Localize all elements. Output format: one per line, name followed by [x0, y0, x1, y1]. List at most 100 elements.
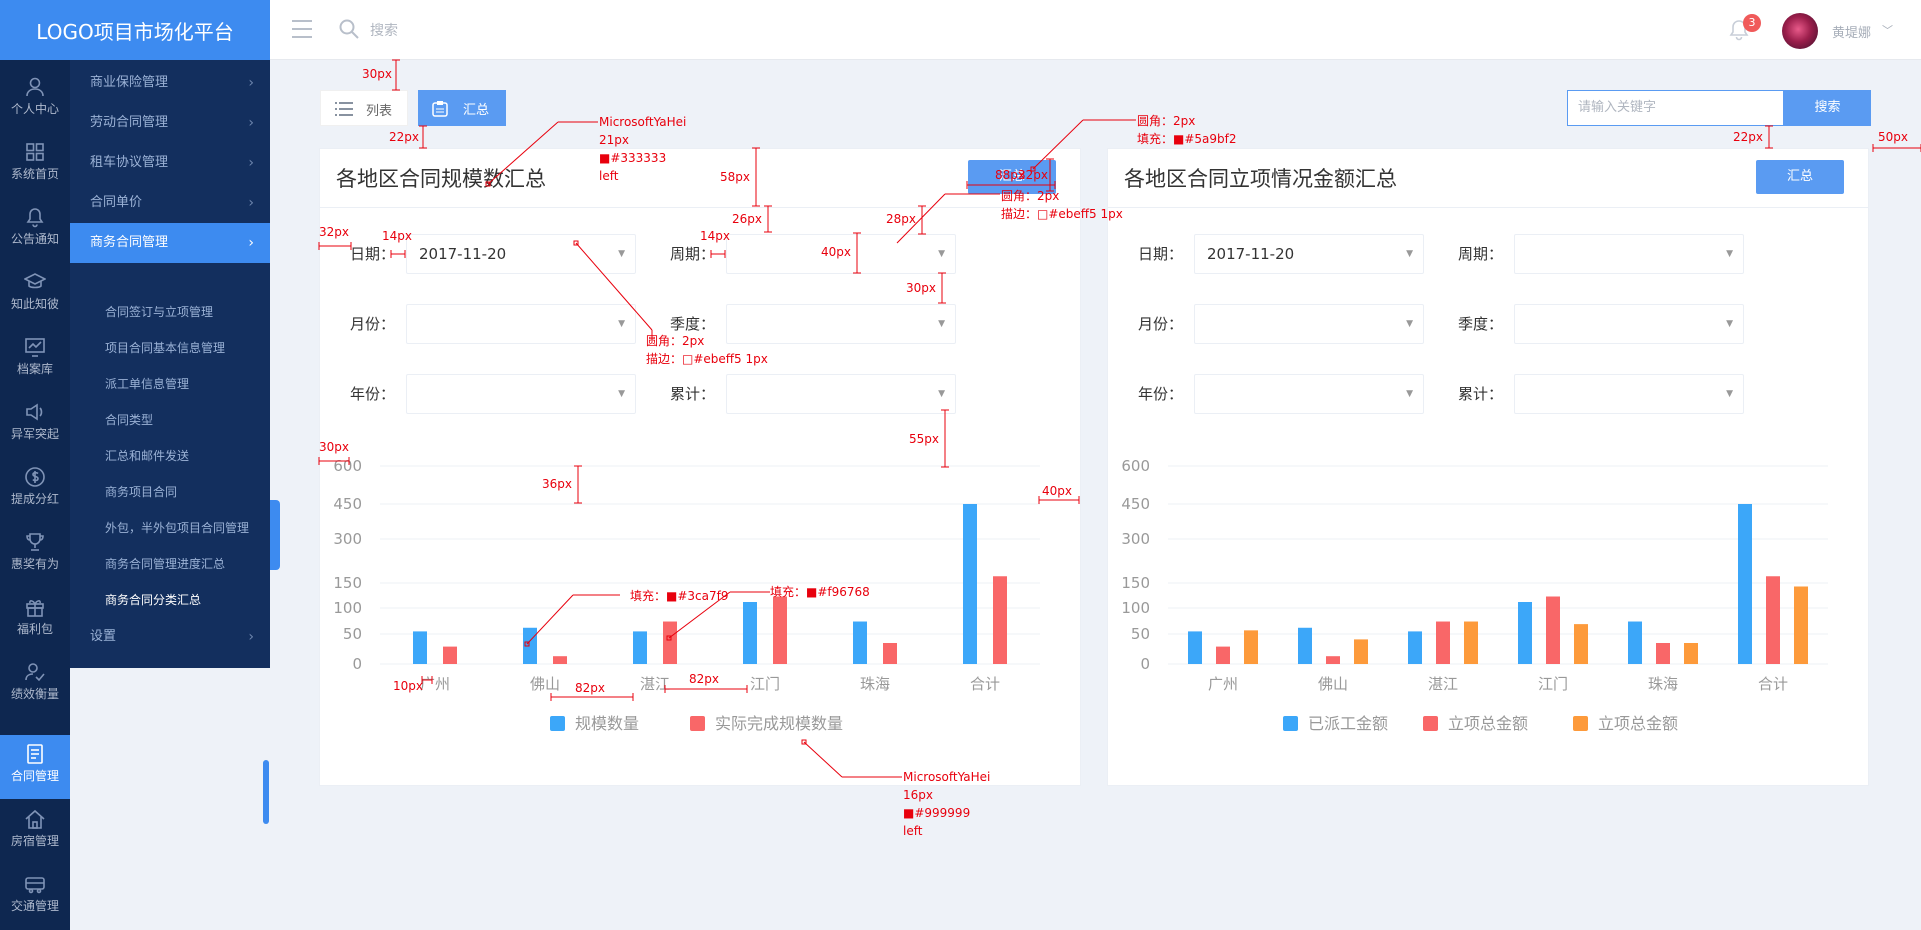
list-view-button[interactable]: 列表	[320, 90, 408, 126]
bar-1-0[interactable]	[1216, 646, 1230, 664]
user-name[interactable]: 黄堤娜	[1832, 22, 1871, 41]
rail-item-8[interactable]: 福利包	[0, 588, 70, 652]
bar-0-1[interactable]	[1298, 627, 1312, 664]
bar-1-5[interactable]	[993, 576, 1007, 664]
y-tick-label: 50	[1131, 625, 1150, 643]
legend-label[interactable]: 立项总金额	[1598, 714, 1678, 733]
rail-item-1[interactable]: 系统首页	[0, 133, 70, 197]
legend-label[interactable]: 实际完成规模数量	[715, 714, 843, 733]
keyword-search-button[interactable]: 搜索	[1784, 90, 1871, 126]
bar-0-2[interactable]	[633, 631, 647, 664]
subnav-item-7[interactable]: 商务合同管理进度汇总	[70, 546, 270, 582]
summary-view-button[interactable]: 汇总	[418, 90, 506, 126]
collapse-sidebar-handle[interactable]	[270, 500, 280, 570]
subnav-group-0[interactable]: 商业保险管理 ›	[70, 63, 270, 103]
bar-2-4[interactable]	[1684, 643, 1698, 664]
bar-0-4[interactable]	[853, 621, 867, 664]
bar-1-1[interactable]	[1326, 656, 1340, 664]
app-logo[interactable]: LOGO项目市场化平台	[0, 0, 270, 60]
bar-1-3[interactable]	[773, 596, 787, 665]
user-menu-chevron-icon[interactable]: ﹀	[1882, 22, 1893, 38]
bar-1-5[interactable]	[1766, 576, 1780, 664]
legend-swatch[interactable]	[550, 716, 565, 731]
filter-select-month[interactable]: ▼	[406, 304, 636, 344]
bar-1-1[interactable]	[553, 656, 567, 664]
bar-1-2[interactable]	[1436, 621, 1450, 664]
rail-item-9[interactable]: 绩效衡量	[0, 653, 70, 717]
rail-item-10[interactable]: 合同管理	[0, 735, 70, 799]
subnav-item-2[interactable]: 派工单信息管理	[70, 366, 270, 402]
subnav-item-5[interactable]: 商务项目合同	[70, 474, 270, 510]
rail-scrollbar[interactable]	[263, 760, 269, 824]
legend-swatch[interactable]	[1573, 716, 1588, 731]
annotation-text: 36px	[542, 477, 572, 491]
subnav-item-4[interactable]: 汇总和邮件发送	[70, 438, 270, 474]
filter-select-year[interactable]: ▼	[1194, 374, 1424, 414]
subnav-settings[interactable]: 设置 ›	[70, 617, 270, 657]
bar-1-0[interactable]	[443, 646, 457, 664]
subnav-item-3[interactable]: 合同类型	[70, 402, 270, 438]
filter-select-quarter[interactable]: ▼	[1514, 304, 1744, 344]
filter-label-total: 累计：	[670, 385, 716, 403]
card-summary-button[interactable]: 汇总	[1756, 160, 1844, 194]
subnav-item-0[interactable]: 合同签订与立项管理	[70, 294, 270, 330]
hamburger-menu-icon[interactable]	[292, 20, 312, 38]
bar-0-5[interactable]	[1738, 504, 1752, 664]
search-icon[interactable]	[338, 18, 360, 40]
legend-swatch[interactable]	[1423, 716, 1438, 731]
legend-swatch[interactable]	[690, 716, 705, 731]
subnav-group-3[interactable]: 合同单价 ›	[70, 183, 270, 223]
bar-0-2[interactable]	[1408, 631, 1422, 664]
global-search-input[interactable]: 搜索	[370, 20, 398, 40]
legend-label[interactable]: 立项总金额	[1448, 714, 1528, 733]
bar-0-4[interactable]	[1628, 621, 1642, 664]
bar-1-4[interactable]	[883, 643, 897, 664]
bar-2-2[interactable]	[1464, 621, 1478, 664]
bar-0-0[interactable]	[1188, 631, 1202, 664]
rail-item-6[interactable]: 提成分红	[0, 458, 70, 522]
bar-1-3[interactable]	[1546, 596, 1560, 665]
keyword-search-input[interactable]: 请输入关键字	[1567, 90, 1784, 126]
rail-item-11[interactable]: 房宿管理	[0, 800, 70, 864]
rail-item-7[interactable]: 惠奖有为	[0, 523, 70, 587]
annotation-text: left	[903, 824, 923, 838]
subnav-item-1[interactable]: 项目合同基本信息管理	[70, 330, 270, 366]
bar-0-5[interactable]	[963, 504, 977, 664]
bar-2-5[interactable]	[1794, 586, 1808, 665]
rail-item-2[interactable]: 公告通知	[0, 198, 70, 262]
rail-item-12[interactable]: 交通管理	[0, 865, 70, 929]
legend-label[interactable]: 规模数量	[575, 714, 639, 733]
subnav-group-2[interactable]: 租车协议管理 ›	[70, 143, 270, 183]
bar-0-3[interactable]	[1518, 602, 1532, 664]
bar-0-3[interactable]	[743, 602, 757, 664]
bar-2-0[interactable]	[1244, 630, 1258, 664]
filter-select-date[interactable]: 2017-11-20 ▼	[406, 234, 636, 274]
legend-label[interactable]: 已派工金额	[1308, 714, 1388, 733]
bar-1-4[interactable]	[1656, 643, 1670, 664]
filter-select-date[interactable]: 2017-11-20 ▼	[1194, 234, 1424, 274]
subnav-item-8[interactable]: 商务合同分类汇总	[70, 582, 270, 618]
rail-item-5[interactable]: 异军突起	[0, 393, 70, 457]
subnav-group-4[interactable]: 商务合同管理 ›	[70, 223, 270, 263]
rail-item-0[interactable]: 个人中心	[0, 68, 70, 132]
bar-2-3[interactable]	[1574, 624, 1588, 664]
bar-0-0[interactable]	[413, 631, 427, 664]
legend-swatch[interactable]	[1283, 716, 1298, 731]
filter-select-quarter[interactable]: ▼	[726, 304, 956, 344]
subnav-item-6[interactable]: 外包，半外包项目合同管理	[70, 510, 270, 546]
filter-select-total[interactable]: ▼	[726, 374, 956, 414]
user-avatar[interactable]	[1782, 13, 1818, 49]
filter-select-month[interactable]: ▼	[1194, 304, 1424, 344]
filter-select-period[interactable]: ▼	[1514, 234, 1744, 274]
filter-select-total[interactable]: ▼	[1514, 374, 1744, 414]
bar-0-1[interactable]	[523, 627, 537, 664]
contract-icon	[27, 744, 43, 764]
subnav-group-1[interactable]: 劳动合同管理 ›	[70, 103, 270, 143]
subnav-group-label: 租车协议管理	[90, 155, 169, 170]
annotation-text: 55px	[909, 432, 939, 446]
rail-item-4[interactable]: 档案库	[0, 328, 70, 392]
rail-item-3[interactable]: 知此知彼	[0, 263, 70, 327]
bar-1-2[interactable]	[663, 621, 677, 664]
bar-2-1[interactable]	[1354, 639, 1368, 664]
filter-select-year[interactable]: ▼	[406, 374, 636, 414]
